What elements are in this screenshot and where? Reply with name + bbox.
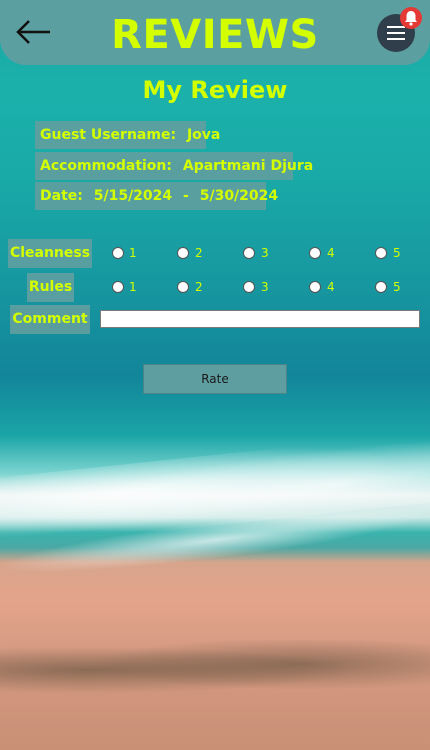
rate-button[interactable]: Rate — [143, 364, 287, 394]
accommodation-label: Accommodation: — [40, 158, 172, 174]
notification-button[interactable] — [400, 7, 422, 29]
cleanness-option-4: 4 — [327, 246, 335, 260]
accommodation-value: Apartmani Djura — [182, 158, 314, 174]
date-separator: - — [183, 188, 189, 204]
comment-label: Comment — [10, 305, 90, 334]
cleanness-radio-1[interactable] — [112, 247, 124, 259]
date-start: 5/15/2024 — [93, 188, 173, 204]
rules-option-5: 5 — [393, 280, 401, 294]
accommodation-row: Accommodation: Apartmani Djura — [35, 152, 313, 180]
hamburger-menu-icon-line — [387, 38, 405, 40]
rules-label: Rules — [27, 273, 74, 302]
comment-input[interactable] — [100, 310, 420, 328]
cleanness-option-1: 1 — [129, 246, 137, 260]
rules-radio-1[interactable] — [112, 281, 124, 293]
date-label: Date: — [40, 188, 83, 204]
rules-option-1: 1 — [129, 280, 137, 294]
rules-radio-5[interactable] — [375, 281, 387, 293]
bell-icon — [405, 11, 417, 26]
guest-username-value: Jova — [186, 127, 221, 143]
guest-username-row: Guest Username: Jova — [35, 121, 220, 149]
date-row: Date: 5/15/2024 - 5/30/2024 — [35, 182, 278, 210]
shore-rocks — [0, 640, 430, 700]
rules-radio-2[interactable] — [177, 281, 189, 293]
cleanness-radio-2[interactable] — [177, 247, 189, 259]
header-bar: REVIEWS — [0, 0, 430, 65]
page-title: REVIEWS — [111, 12, 319, 58]
cleanness-option-5: 5 — [393, 246, 401, 260]
rules-radio-3[interactable] — [243, 281, 255, 293]
rules-radio-4[interactable] — [309, 281, 321, 293]
cleanness-radio-4[interactable] — [309, 247, 321, 259]
cleanness-radio-3[interactable] — [243, 247, 255, 259]
rules-option-4: 4 — [327, 280, 335, 294]
cleanness-option-2: 2 — [195, 246, 203, 260]
cleanness-label: Cleanness — [8, 239, 92, 268]
rules-option-3: 3 — [261, 280, 269, 294]
cleanness-option-3: 3 — [261, 246, 269, 260]
date-end: 5/30/2024 — [199, 188, 279, 204]
hamburger-menu-icon-line — [387, 32, 405, 34]
review-heading: My Review — [142, 76, 288, 104]
rules-option-2: 2 — [195, 280, 203, 294]
cleanness-radio-5[interactable] — [375, 247, 387, 259]
guest-username-label: Guest Username: — [40, 127, 177, 143]
